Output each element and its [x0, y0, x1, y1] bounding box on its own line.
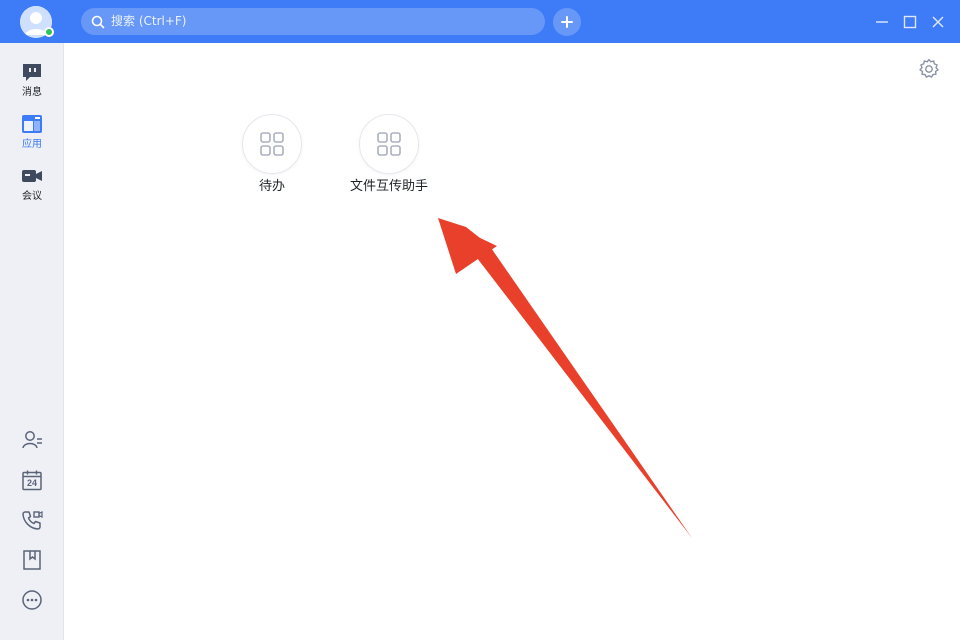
bookmark-icon[interactable]	[21, 549, 43, 571]
sidebar-item-label: 应用	[22, 139, 42, 150]
search-input[interactable]: 搜索 (Ctrl+F)	[81, 8, 545, 35]
sidebar: 消息 应用 会议 24	[0, 43, 64, 640]
app-grid-icon	[377, 132, 401, 156]
sidebar-item-meetings[interactable]: 会议	[0, 165, 64, 213]
minimize-icon[interactable]	[874, 14, 890, 30]
app-todo[interactable]: 待办	[212, 114, 332, 204]
sidebar-item-label: 消息	[22, 87, 42, 98]
apps-icon	[22, 115, 42, 133]
sidebar-item-apps[interactable]: 应用	[0, 113, 64, 161]
plus-icon	[561, 16, 573, 28]
online-status-dot	[44, 27, 54, 37]
sidebar-item-label: 会议	[22, 191, 42, 202]
sidebar-item-messages[interactable]: 消息	[0, 61, 64, 109]
phone-icon[interactable]	[21, 509, 43, 531]
red-arrow-annotation	[438, 218, 692, 538]
close-icon[interactable]	[930, 14, 946, 30]
app-grid-icon	[260, 132, 284, 156]
video-camera-icon	[22, 170, 42, 182]
chat-icon	[23, 64, 41, 81]
calendar-day: 24	[26, 478, 37, 488]
gear-icon[interactable]	[918, 58, 940, 80]
calendar-button[interactable]: 24	[21, 469, 43, 491]
app-icon-circle	[359, 114, 419, 174]
search-icon	[91, 15, 105, 28]
more-icon[interactable]	[21, 589, 43, 611]
search-placeholder: 搜索 (Ctrl+F)	[111, 14, 187, 28]
app-label: 文件互传助手	[349, 179, 428, 194]
title-bar: 搜索 (Ctrl+F)	[0, 0, 960, 43]
add-button[interactable]	[553, 8, 581, 36]
app-label: 待办	[258, 179, 285, 194]
maximize-icon[interactable]	[902, 14, 918, 30]
app-icon-circle	[242, 114, 302, 174]
app-file-transfer-assistant[interactable]: 文件互传助手	[329, 114, 449, 204]
contacts-icon[interactable]	[21, 429, 43, 451]
